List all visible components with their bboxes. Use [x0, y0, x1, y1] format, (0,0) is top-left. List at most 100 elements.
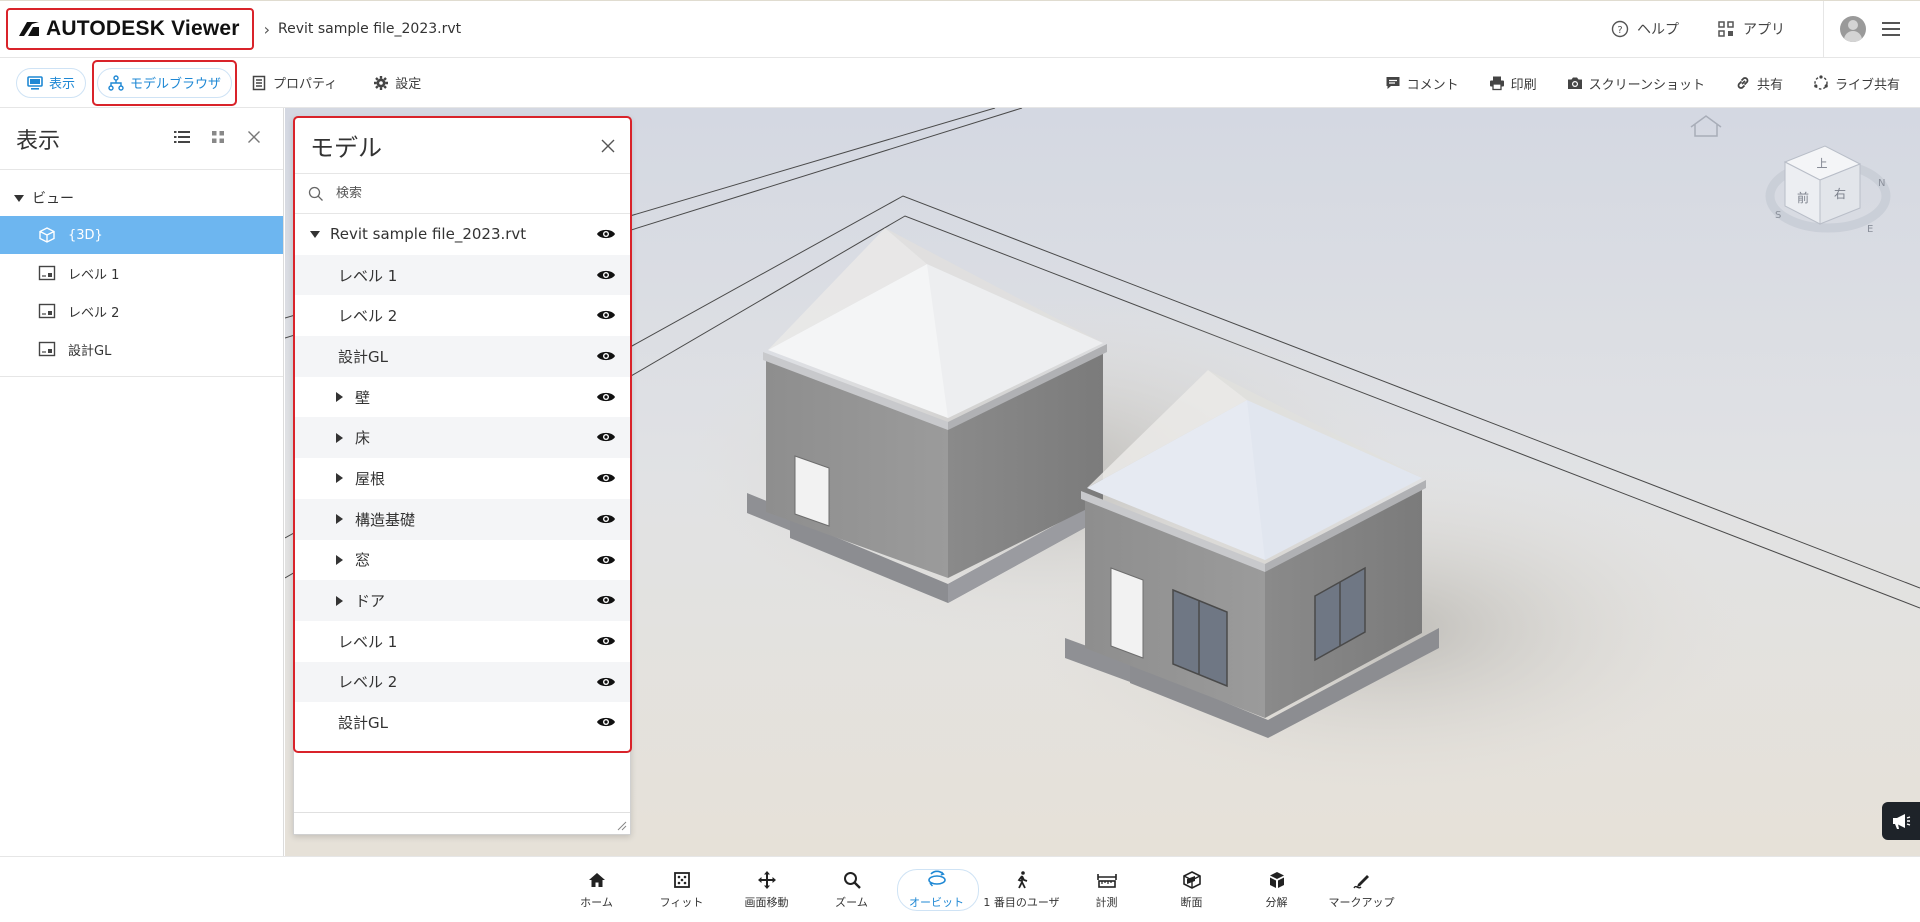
eye-icon[interactable]: [596, 553, 616, 567]
help-button[interactable]: ? ヘルプ: [1611, 19, 1679, 39]
model-tree-item[interactable]: 設計GL: [294, 702, 630, 743]
model-tree-item[interactable]: 窓: [294, 540, 630, 581]
top-header: AUTODESK Viewer › Revit sample file_2023…: [0, 0, 1920, 58]
caret-right-icon[interactable]: [336, 514, 343, 525]
caret-down-icon: [14, 194, 24, 202]
view-item-3d[interactable]: {3D}: [0, 216, 283, 254]
svg-text:?: ?: [1617, 25, 1622, 36]
view-panel: 表示 ビュー {3D} レベル 1 レベル 2 設計GL: [0, 108, 284, 856]
close-icon[interactable]: [245, 128, 263, 146]
list-view-icon[interactable]: [173, 128, 191, 146]
view-panel-button[interactable]: 表示: [16, 67, 87, 98]
help-icon: ?: [1611, 20, 1629, 38]
orbit-tool-button[interactable]: オービット: [894, 857, 979, 922]
viewer-toolbar: 表示 モデルブラウザ プロパティ 設定 コメント 印刷 スクリーンショット 共有: [0, 58, 1920, 108]
zoom-icon: [843, 872, 861, 889]
grid-view-icon[interactable]: [209, 128, 227, 146]
markup-icon: [1352, 875, 1369, 889]
autodesk-logo[interactable]: AUTODESK Viewer: [6, 8, 254, 50]
eye-icon[interactable]: [596, 308, 616, 322]
eye-icon[interactable]: [596, 430, 616, 444]
screenshot-button[interactable]: スクリーンショット: [1561, 68, 1711, 98]
explode-tool-button[interactable]: 分解: [1234, 857, 1319, 922]
model-tree-item[interactable]: 設計GL: [294, 336, 630, 377]
model-tree-item[interactable]: 構造基礎: [294, 498, 630, 540]
section-tool-button[interactable]: 断面: [1149, 857, 1234, 922]
live-share-button[interactable]: ライブ共有: [1807, 68, 1906, 98]
markup-tool-button[interactable]: マークアップ: [1319, 857, 1404, 922]
feedback-button[interactable]: [1882, 802, 1920, 840]
eye-icon[interactable]: [596, 593, 616, 607]
viewcube-front-label: 前: [1797, 190, 1809, 205]
breadcrumb-file-name[interactable]: Revit sample file_2023.rvt: [278, 21, 461, 37]
zoom-tool-button[interactable]: ズーム: [809, 857, 894, 922]
model-search-bar: [294, 174, 630, 214]
header-divider: [1823, 1, 1824, 57]
link-icon: [1737, 77, 1749, 89]
model-search-input[interactable]: [336, 186, 576, 201]
model-browser-footer: [294, 812, 630, 834]
hamburger-menu-icon[interactable]: [1882, 22, 1900, 36]
settings-button[interactable]: 設定: [363, 68, 431, 98]
cube-icon: [39, 227, 55, 243]
floorplan-icon: [38, 341, 56, 357]
model-browser-button[interactable]: モデルブラウザ: [97, 67, 233, 98]
monitor-icon: [27, 75, 43, 90]
measure-tool-button[interactable]: 計測: [1064, 857, 1149, 922]
resize-grip-icon[interactable]: [617, 821, 627, 831]
eye-icon[interactable]: [596, 268, 616, 282]
model-tree-item[interactable]: 床: [294, 417, 630, 459]
properties-button[interactable]: プロパティ: [241, 68, 347, 98]
model-tree-root[interactable]: Revit sample file_2023.rvt: [294, 214, 630, 255]
home-tool-button[interactable]: ホーム: [554, 857, 639, 922]
apps-button[interactable]: アプリ: [1717, 19, 1785, 39]
comment-icon: [1386, 77, 1400, 89]
view-item-level2[interactable]: レベル 2: [0, 292, 283, 330]
views-section-header[interactable]: ビュー: [0, 180, 283, 216]
caret-right-icon[interactable]: [336, 554, 343, 565]
view-item-level1[interactable]: レベル 1: [0, 254, 283, 292]
orbit-icon: [927, 870, 946, 887]
eye-icon[interactable]: [596, 349, 616, 363]
model-tree-item[interactable]: レベル 1: [294, 621, 630, 662]
eye-icon[interactable]: [596, 634, 616, 648]
print-button[interactable]: 印刷: [1483, 68, 1543, 98]
view-item-design-gl[interactable]: 設計GL: [0, 330, 283, 368]
caret-down-icon[interactable]: [310, 230, 320, 238]
gear-icon: [374, 75, 389, 90]
pan-icon: [757, 871, 776, 889]
first-person-tool-button[interactable]: 1 番目のユーザ: [979, 857, 1064, 922]
caret-right-icon[interactable]: [336, 595, 343, 606]
caret-right-icon[interactable]: [336, 392, 343, 403]
eye-icon[interactable]: [596, 471, 616, 485]
compass-e-label: E: [1867, 224, 1873, 235]
model-tree: Revit sample file_2023.rvt レベル 1 レベル 2 設…: [294, 214, 630, 743]
section-icon: [1182, 871, 1201, 889]
megaphone-icon: [1893, 814, 1911, 829]
apps-grid-icon: [1718, 21, 1734, 37]
eye-icon[interactable]: [596, 512, 616, 526]
fit-tool-button[interactable]: フィット: [639, 857, 724, 922]
caret-right-icon[interactable]: [336, 473, 343, 484]
navigation-toolbar: ホーム フィット 画面移動 ズーム オービット 1 番目のユーザ 計測 断面 分…: [0, 856, 1920, 922]
eye-icon[interactable]: [596, 390, 616, 404]
caret-right-icon[interactable]: [336, 432, 343, 443]
model-tree-item[interactable]: ドア: [294, 580, 630, 621]
model-browser-title: モデル: [310, 134, 382, 162]
share-button[interactable]: 共有: [1729, 68, 1789, 98]
eye-icon[interactable]: [596, 715, 616, 729]
model-tree-item[interactable]: レベル 2: [294, 661, 630, 703]
close-icon[interactable]: [600, 138, 616, 154]
user-avatar[interactable]: [1840, 16, 1866, 42]
model-tree-item[interactable]: 屋根: [294, 458, 630, 499]
fit-icon: [673, 872, 690, 888]
eye-icon[interactable]: [596, 227, 616, 241]
view-list-divider: [0, 376, 283, 377]
model-tree-item[interactable]: レベル 2: [294, 295, 630, 336]
floorplan-icon: [38, 303, 56, 319]
eye-icon[interactable]: [596, 675, 616, 689]
pan-tool-button[interactable]: 画面移動: [724, 857, 809, 922]
model-tree-item[interactable]: レベル 1: [294, 254, 630, 296]
model-tree-item[interactable]: 壁: [294, 377, 630, 418]
comments-button[interactable]: コメント: [1379, 68, 1465, 98]
